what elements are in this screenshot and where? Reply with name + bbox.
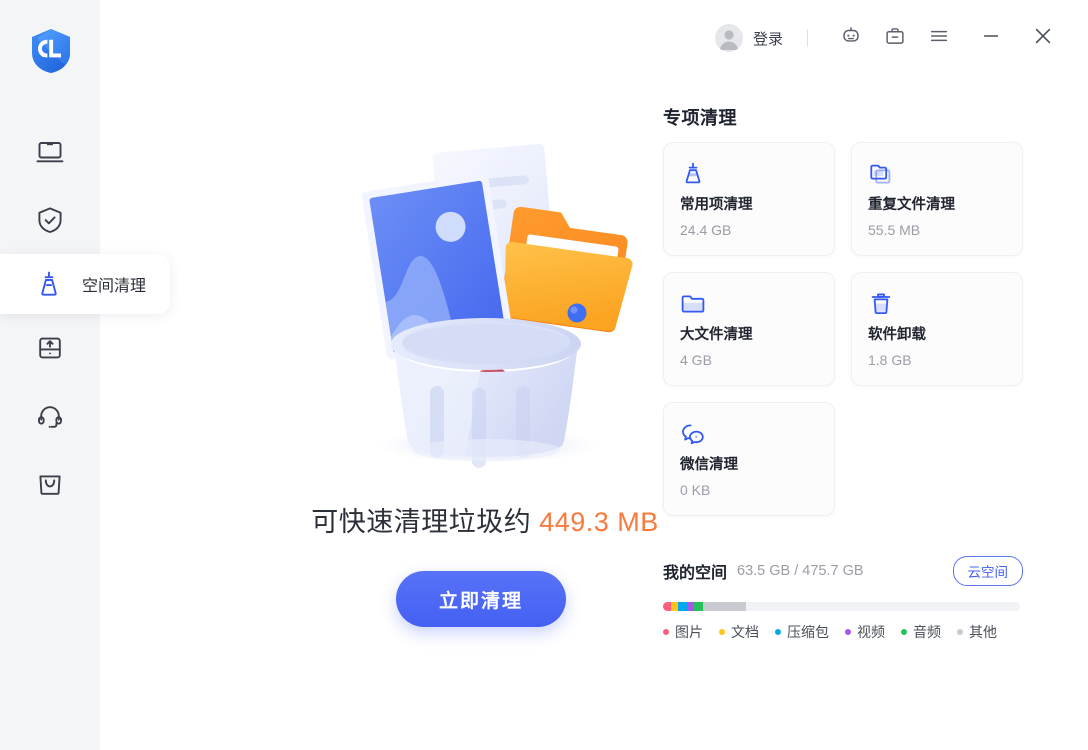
hard-drive-icon <box>35 333 65 363</box>
panel-title: 专项清理 <box>663 108 737 128</box>
trash-bin-illustration <box>270 105 700 495</box>
sidebar-item-computer[interactable] <box>0 118 100 186</box>
legend-dot-icon <box>663 629 669 635</box>
sidebar-item-drivers[interactable] <box>0 314 100 382</box>
legend-label: 其他 <box>969 624 997 640</box>
shield-check-icon <box>35 205 65 235</box>
my-space-usage: 63.5 GB / 475.7 GB <box>737 563 864 579</box>
my-space-section: 我的空间 63.5 GB / 475.7 GB 云空间 图片 文档 压缩包 视频 音频 其… <box>663 556 1023 642</box>
card-size: 55.5 MB <box>868 222 921 239</box>
legend-dot-icon <box>845 629 851 635</box>
main-area: 登录 可快速清理垃圾约 449.3 MB 立即清理 专项清理 常用项清理 24.… <box>100 0 1088 750</box>
card-large-files[interactable]: 大文件清理 4 GB <box>663 272 835 386</box>
sidebar-item-support[interactable] <box>0 382 100 450</box>
card-title: 软件卸载 <box>868 327 926 343</box>
wechat-icon <box>680 421 818 447</box>
copy-files-icon <box>868 161 1006 187</box>
legend-label: 音频 <box>913 624 941 640</box>
my-space-title: 我的空间 <box>663 565 728 582</box>
legend-label: 图片 <box>675 624 703 640</box>
legend-dot-icon <box>775 629 781 635</box>
folder-icon <box>680 291 818 317</box>
legend-item: 音频 <box>901 622 941 642</box>
legend-item: 其他 <box>957 622 997 642</box>
storage-usage-bar <box>663 602 1020 611</box>
cleanup-card-grid: 常用项清理 24.4 GB 重复文件清理 55.5 MB 大文件清理 4 GB … <box>663 142 1023 516</box>
sidebar-item-security[interactable] <box>0 186 100 254</box>
my-space-header: 我的空间 63.5 GB / 475.7 GB 云空间 <box>663 556 1023 586</box>
app-window: 空间清理 登录 可快速清理垃圾约 449.3 MB 立即清理 专项清理 常用项清… <box>0 0 1088 750</box>
card-title: 大文件清理 <box>680 327 753 343</box>
card-common-cleanup[interactable]: 常用项清理 24.4 GB <box>663 142 835 256</box>
card-size: 0 KB <box>680 482 711 499</box>
card-size: 1.8 GB <box>868 352 912 369</box>
storage-legend: 图片 文档 压缩包 视频 音频 其他 <box>663 622 1023 642</box>
card-uninstall-software[interactable]: 软件卸载 1.8 GB <box>851 272 1023 386</box>
clean-now-button[interactable]: 立即清理 <box>396 571 566 627</box>
legend-item: 视频 <box>845 622 885 642</box>
storage-segment <box>702 602 747 611</box>
legend-item: 图片 <box>663 622 703 642</box>
card-duplicate-files[interactable]: 重复文件清理 55.5 MB <box>851 142 1023 256</box>
sidebar-item-cleanup[interactable]: 空间清理 <box>0 254 170 314</box>
storage-segment <box>663 602 671 611</box>
legend-label: 压缩包 <box>787 624 829 640</box>
card-wechat-cleanup[interactable]: 微信清理 0 KB <box>663 402 835 516</box>
broom-icon <box>34 269 64 299</box>
hero-summary-prefix: 可快速清理垃圾约 <box>311 507 532 537</box>
hero-summary-amount: 449.3 MB <box>539 507 659 537</box>
legend-item: 压缩包 <box>775 622 829 642</box>
sidebar-item-store[interactable] <box>0 450 100 518</box>
storage-segment <box>677 602 688 611</box>
broom-icon <box>680 161 818 187</box>
special-cleanup-panel: 专项清理 常用项清理 24.4 GB 重复文件清理 55.5 MB 大文件清理 … <box>663 0 1088 750</box>
sidebar-item-label: 空间清理 <box>82 278 147 295</box>
legend-label: 视频 <box>857 624 885 640</box>
card-size: 24.4 GB <box>680 222 732 239</box>
shopping-bag-icon <box>35 469 65 499</box>
sidebar: 空间清理 <box>0 0 170 750</box>
storage-segment <box>694 602 703 611</box>
legend-item: 文档 <box>719 622 759 642</box>
legend-dot-icon <box>901 629 907 635</box>
app-logo <box>30 28 72 74</box>
storage-segment <box>670 602 678 611</box>
legend-label: 文档 <box>731 624 759 640</box>
card-title: 常用项清理 <box>680 197 753 213</box>
trash-icon <box>868 291 1006 317</box>
card-title: 微信清理 <box>680 457 738 473</box>
sidebar-nav: 空间清理 <box>0 118 170 518</box>
card-title: 重复文件清理 <box>868 197 955 213</box>
cloud-space-button[interactable]: 云空间 <box>952 556 1023 586</box>
storage-segment <box>687 602 695 611</box>
card-size: 4 GB <box>680 352 712 369</box>
monitor-icon <box>35 137 65 167</box>
headset-icon <box>35 401 65 431</box>
legend-dot-icon <box>719 629 725 635</box>
legend-dot-icon <box>957 629 963 635</box>
